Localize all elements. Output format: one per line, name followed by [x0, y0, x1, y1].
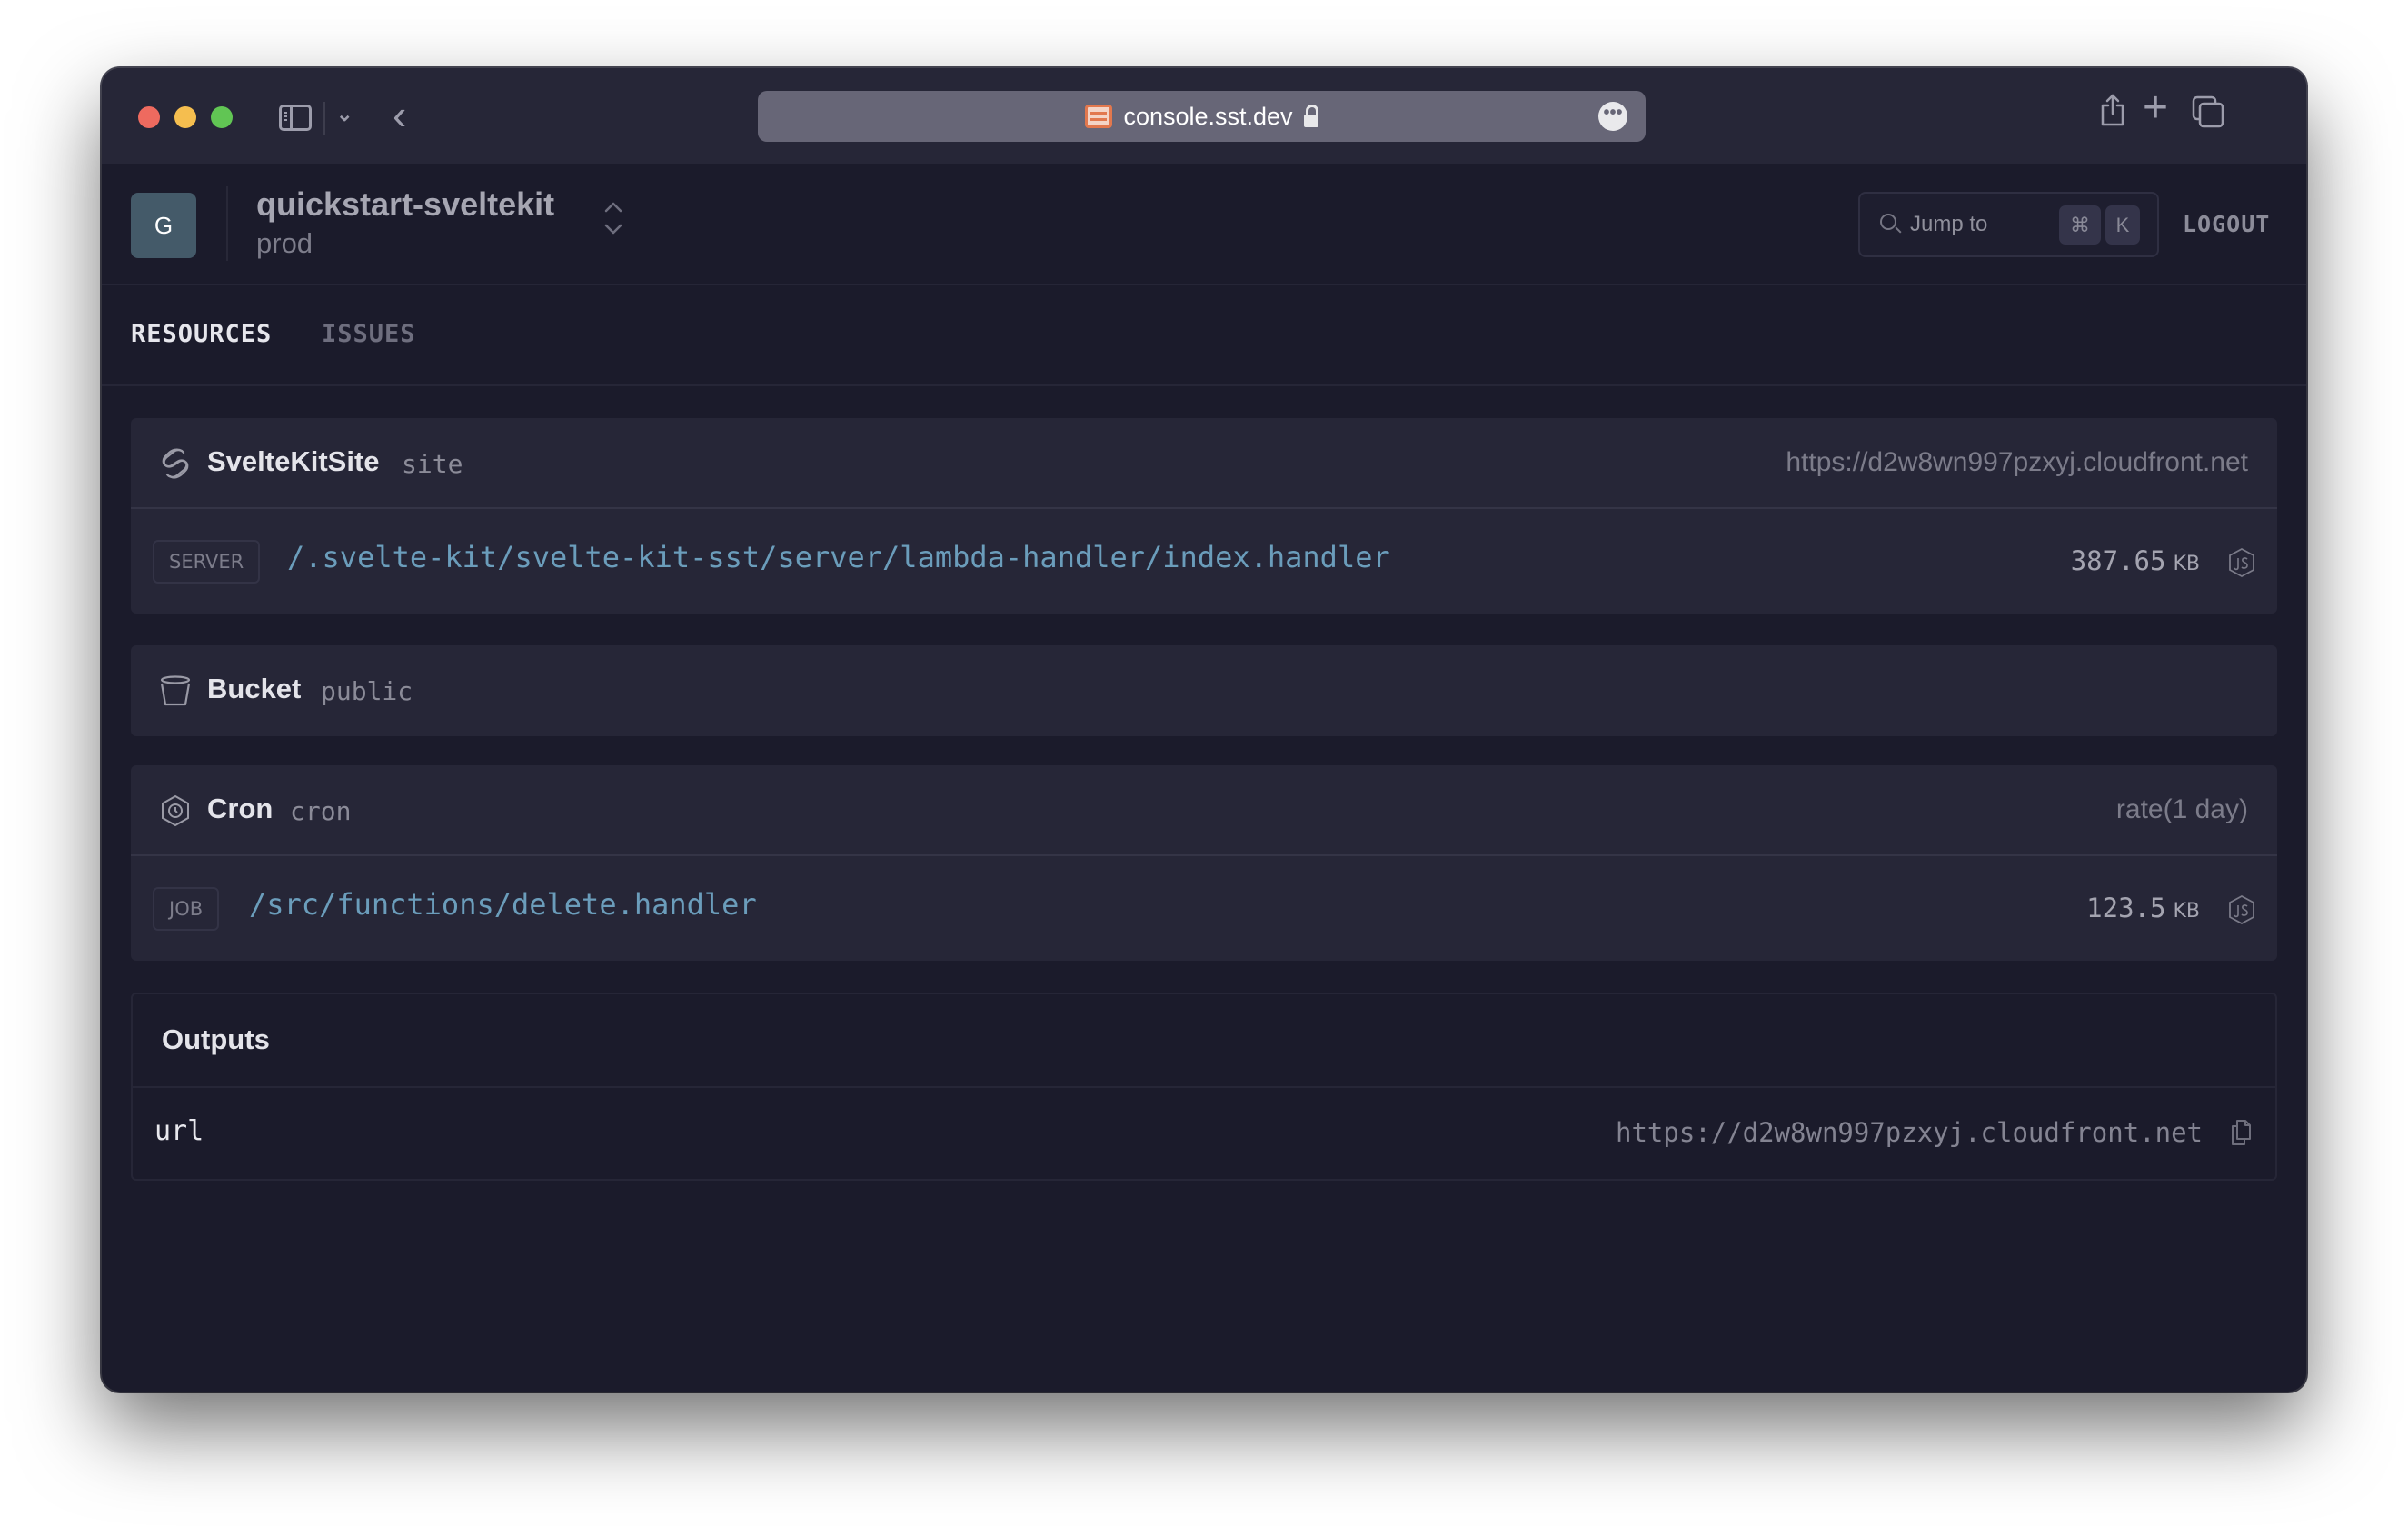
cron-clock-icon: [162, 794, 189, 827]
sidebar-toggle-icon[interactable]: [279, 105, 312, 131]
header-divider: [226, 186, 228, 261]
app-header: G quickstart-sveltekit prod Jump to ⌘ K …: [102, 164, 2306, 285]
resource-card-sveltekitsite: SvelteKitSite site https://d2w8wn997pzxy…: [131, 418, 2277, 614]
outputs-title: Outputs: [162, 1023, 270, 1055]
output-row: url https://d2w8wn997pzxyj.cloudfront.ne…: [133, 1088, 2275, 1179]
browser-window: ⌄ ‹ console.sst.dev ••• + G quickstart-s…: [102, 68, 2306, 1392]
svelte-icon: [162, 448, 189, 479]
nodejs-icon: [2229, 547, 2254, 578]
toolbar-divider: [323, 102, 325, 135]
tab-overview-icon[interactable]: [2192, 95, 2224, 128]
page-menu-button[interactable]: •••: [1598, 102, 1627, 131]
resource-name[interactable]: SvelteKitSite: [207, 445, 380, 478]
workspace-avatar[interactable]: G: [131, 193, 196, 258]
jump-to-search[interactable]: Jump to ⌘ K: [1858, 192, 2159, 257]
resource-url[interactable]: https://d2w8wn997pzxyj.cloudfront.net: [1786, 447, 2248, 478]
function-size: 123.5 KB: [2086, 893, 2200, 923]
copy-icon[interactable]: [2230, 1119, 2252, 1146]
browser-titlebar: ⌄ ‹ console.sst.dev ••• +: [102, 68, 2306, 164]
resource-name[interactable]: Bucket: [207, 673, 301, 705]
search-icon: [1880, 214, 1896, 230]
resource-type: cron: [290, 796, 352, 826]
tab-issues[interactable]: ISSUES: [322, 320, 416, 348]
back-button[interactable]: ‹: [393, 94, 406, 135]
jump-to-placeholder: Jump to: [1910, 212, 1988, 236]
new-tab-button[interactable]: +: [2137, 86, 2174, 130]
resource-header: Cron cron rate(1 day): [131, 765, 2277, 856]
resource-header: SvelteKitSite site https://d2w8wn997pzxy…: [131, 418, 2277, 509]
function-row[interactable]: JOB /src/functions/delete.handler 123.5 K…: [131, 856, 2277, 961]
resource-card-bucket: Bucket public: [131, 645, 2277, 736]
address-bar[interactable]: console.sst.dev •••: [758, 91, 1646, 142]
function-row[interactable]: SERVER /.svelte-kit/svelte-kit-sst/serve…: [131, 509, 2277, 614]
output-value[interactable]: https://d2w8wn997pzxyj.cloudfront.net: [1616, 1117, 2203, 1148]
function-size: 387.65 KB: [2071, 545, 2200, 576]
function-size-unit: KB: [2173, 900, 2200, 923]
resource-name[interactable]: Cron: [207, 793, 273, 825]
sst-favicon-icon: [1085, 105, 1113, 128]
shortcut-cmd-key: ⌘: [2059, 205, 2101, 245]
bucket-icon: [160, 675, 191, 706]
resource-card-cron: Cron cron rate(1 day) JOB /src/functions…: [131, 765, 2277, 961]
main-tabs: RESOURCES ISSUES: [102, 285, 2306, 386]
stage-name[interactable]: prod: [256, 227, 313, 260]
resource-type: public: [321, 676, 413, 706]
close-window-button[interactable]: [138, 106, 160, 128]
share-icon[interactable]: [2099, 94, 2126, 126]
function-tag: SERVER: [153, 540, 261, 584]
function-handler[interactable]: /src/functions/delete.handler: [249, 887, 757, 922]
function-size-unit: KB: [2173, 553, 2200, 575]
function-size-value: 123.5: [2086, 893, 2166, 923]
lock-icon: [1303, 105, 1318, 127]
app-name[interactable]: quickstart-sveltekit: [256, 185, 554, 224]
minimize-window-button[interactable]: [174, 106, 196, 128]
function-size-value: 387.65: [2070, 545, 2166, 576]
outputs-header: Outputs: [133, 994, 2275, 1088]
fullscreen-window-button[interactable]: [211, 106, 233, 128]
outputs-panel: Outputs url https://d2w8wn997pzxyj.cloud…: [131, 993, 2277, 1181]
logout-button[interactable]: LOGOUT: [2183, 211, 2270, 237]
chevron-down-icon[interactable]: ⌄: [336, 103, 353, 126]
shortcut-k-key: K: [2105, 205, 2140, 245]
output-key: url: [154, 1115, 204, 1147]
tab-resources[interactable]: RESOURCES: [131, 320, 272, 348]
function-handler[interactable]: /.svelte-kit/svelte-kit-sst/server/lambd…: [287, 540, 1390, 574]
app-switcher-button[interactable]: [603, 200, 623, 240]
resource-type: site: [402, 449, 463, 479]
url-text: console.sst.dev: [1123, 102, 1293, 130]
function-tag: JOB: [153, 887, 220, 931]
cron-schedule: rate(1 day): [2115, 794, 2248, 824]
resource-header: Bucket public: [131, 645, 2277, 736]
chevron-up-down-icon: [604, 202, 622, 235]
nodejs-icon: [2229, 894, 2254, 925]
